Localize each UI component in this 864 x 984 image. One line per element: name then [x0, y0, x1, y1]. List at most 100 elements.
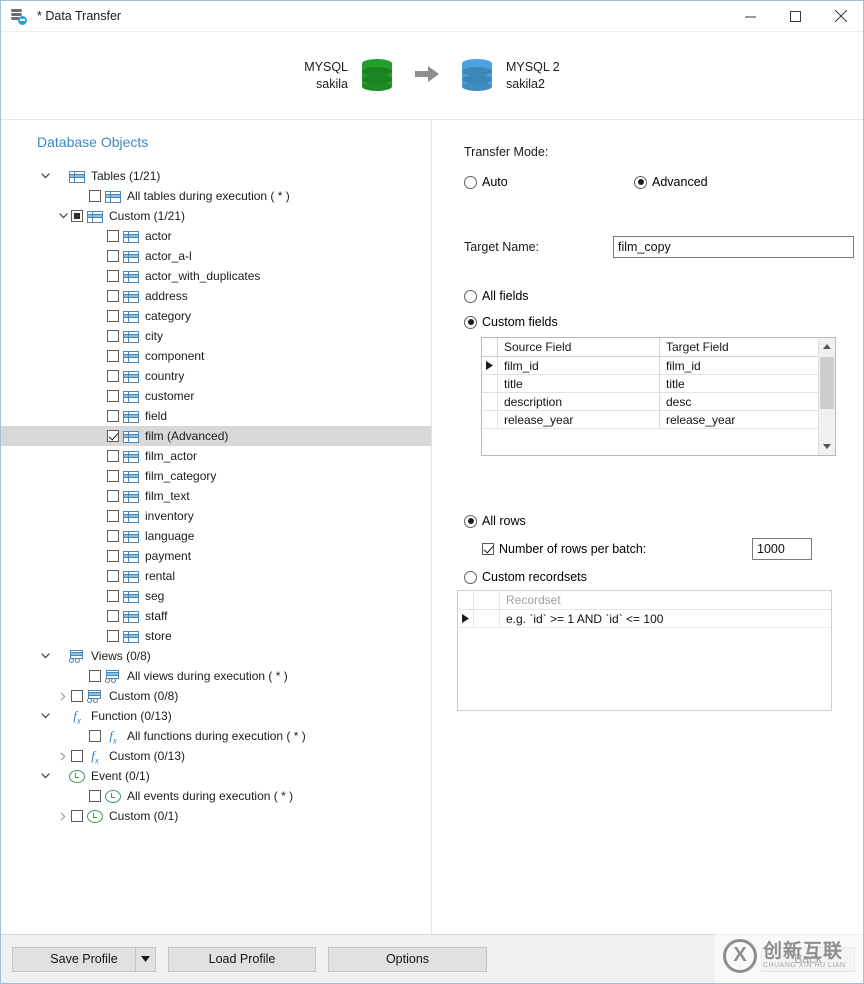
- chevron-down-icon[interactable]: [55, 213, 71, 219]
- batch-size-input[interactable]: 1000: [752, 538, 812, 560]
- tree-item[interactable]: component: [1, 346, 431, 366]
- tree-item[interactable]: category: [1, 306, 431, 326]
- field-grid-row[interactable]: film_id film_id: [482, 357, 835, 375]
- target-name-input[interactable]: film_copy: [613, 236, 854, 258]
- radio-transfer-mode-auto[interactable]: Auto: [464, 175, 634, 189]
- tree-item-checkbox[interactable]: [107, 230, 119, 242]
- tree-item-checkbox[interactable]: [89, 190, 101, 202]
- tree-item[interactable]: fx Custom (0/13): [1, 746, 431, 766]
- tree-item[interactable]: All events during execution ( * ): [1, 786, 431, 806]
- target-field-cell[interactable]: title: [660, 375, 685, 392]
- minimize-button[interactable]: [728, 1, 773, 31]
- target-field-cell[interactable]: desc: [660, 393, 691, 410]
- tree-item-checkbox[interactable]: [107, 350, 119, 362]
- tree-item-checkbox[interactable]: [89, 730, 101, 742]
- tree-item-checkbox[interactable]: [107, 290, 119, 302]
- tree-item[interactable]: city: [1, 326, 431, 346]
- tree-item-checkbox[interactable]: [107, 490, 119, 502]
- tree-item-checkbox[interactable]: [107, 470, 119, 482]
- target-field-cell[interactable]: release_year: [660, 411, 735, 428]
- tree-item[interactable]: film_actor: [1, 446, 431, 466]
- save-profile-button[interactable]: Save Profile: [12, 946, 156, 972]
- tree-item[interactable]: Custom (0/1): [1, 806, 431, 826]
- radio-all-fields[interactable]: All fields: [464, 289, 863, 303]
- source-field-cell[interactable]: release_year: [498, 411, 660, 428]
- tree-item-checkbox[interactable]: [107, 610, 119, 622]
- tree-item-checkbox[interactable]: [107, 510, 119, 522]
- tree-item[interactable]: Custom (0/8): [1, 686, 431, 706]
- tree-item[interactable]: rental: [1, 566, 431, 586]
- target-field-cell[interactable]: film_id: [660, 357, 701, 374]
- tree-item[interactable]: film_text: [1, 486, 431, 506]
- tree-item[interactable]: seg: [1, 586, 431, 606]
- tree-item[interactable]: All views during execution ( * ): [1, 666, 431, 686]
- save-profile-dropdown-arrow-icon[interactable]: [135, 947, 155, 971]
- chevron-right-icon[interactable]: [55, 751, 71, 761]
- tree-item[interactable]: Views (0/8): [1, 646, 431, 666]
- tree-item[interactable]: Event (0/1): [1, 766, 431, 786]
- tree-item-checkbox[interactable]: [107, 550, 119, 562]
- chevron-down-icon[interactable]: [37, 713, 53, 719]
- recordset-grid-row[interactable]: e.g. `id` >= 1 AND `id` <= 100: [458, 610, 831, 628]
- tree-item-checkbox[interactable]: [89, 790, 101, 802]
- radio-all-rows[interactable]: All rows: [464, 514, 863, 528]
- tree-item[interactable]: actor: [1, 226, 431, 246]
- field-grid-row[interactable]: title title: [482, 375, 835, 393]
- field-grid-scrollbar[interactable]: [818, 338, 835, 455]
- target-connection[interactable]: MYSQL 2 sakila2: [462, 58, 560, 93]
- tree-item-checkbox[interactable]: [107, 270, 119, 282]
- batch-rows-checkbox[interactable]: Number of rows per batch:: [482, 542, 752, 556]
- tree-item[interactable]: country: [1, 366, 431, 386]
- tree-item-checkbox[interactable]: [107, 570, 119, 582]
- tree-item-checkbox[interactable]: [107, 310, 119, 322]
- tree-item[interactable]: store: [1, 626, 431, 646]
- tree-item-checkbox[interactable]: [71, 690, 83, 702]
- field-grid-row[interactable]: release_year release_year: [482, 411, 835, 429]
- tree-item-checkbox[interactable]: [107, 630, 119, 642]
- tree-item[interactable]: All tables during execution ( * ): [1, 186, 431, 206]
- tree-item-checkbox[interactable]: [107, 370, 119, 382]
- tree-item-checkbox[interactable]: [107, 390, 119, 402]
- tree-item[interactable]: actor_a-l: [1, 246, 431, 266]
- tree-item[interactable]: actor_with_duplicates: [1, 266, 431, 286]
- object-tree[interactable]: Tables (1/21) All tables during execution…: [1, 166, 431, 826]
- source-field-cell[interactable]: description: [498, 393, 660, 410]
- scroll-up-icon[interactable]: [819, 338, 836, 355]
- tree-item-checkbox[interactable]: [107, 530, 119, 542]
- scroll-down-icon[interactable]: [819, 438, 836, 455]
- tree-item[interactable]: staff: [1, 606, 431, 626]
- recordset-grid[interactable]: Recordset e.g. `id` >= 1 AND `id` <= 100: [457, 590, 832, 711]
- tree-item-checkbox[interactable]: [107, 330, 119, 342]
- options-button[interactable]: Options: [328, 946, 487, 972]
- field-grid-row[interactable]: description desc: [482, 393, 835, 411]
- chevron-down-icon[interactable]: [37, 773, 53, 779]
- tree-item[interactable]: film_category: [1, 466, 431, 486]
- tree-item[interactable]: inventory: [1, 506, 431, 526]
- tree-item-checkbox[interactable]: [71, 750, 83, 762]
- radio-custom-fields[interactable]: Custom fields: [464, 315, 863, 329]
- tree-item[interactable]: field: [1, 406, 431, 426]
- radio-transfer-mode-advanced[interactable]: Advanced: [634, 175, 708, 189]
- close-button[interactable]: [818, 1, 863, 31]
- maximize-button[interactable]: [773, 1, 818, 31]
- tree-item[interactable]: customer: [1, 386, 431, 406]
- tree-item-checkbox[interactable]: [89, 670, 101, 682]
- scrollbar-thumb[interactable]: [819, 357, 834, 409]
- tree-item[interactable]: address: [1, 286, 431, 306]
- tree-item-checkbox[interactable]: [107, 250, 119, 262]
- tree-item[interactable]: language: [1, 526, 431, 546]
- chevron-right-icon[interactable]: [55, 811, 71, 821]
- tree-item-checkbox[interactable]: [107, 590, 119, 602]
- tree-item[interactable]: fx All functions during execution ( * ): [1, 726, 431, 746]
- tree-item-checkbox[interactable]: [107, 430, 119, 442]
- chevron-down-icon[interactable]: [37, 173, 53, 179]
- source-field-cell[interactable]: film_id: [498, 357, 660, 374]
- tree-item-checkbox[interactable]: [71, 810, 83, 822]
- back-button[interactable]: Back: [761, 946, 855, 972]
- tree-item[interactable]: fx Function (0/13): [1, 706, 431, 726]
- source-connection[interactable]: MYSQL sakila: [304, 58, 393, 93]
- tree-item-checkbox[interactable]: [71, 210, 83, 222]
- scrollbar-track[interactable]: [819, 355, 836, 438]
- tree-item[interactable]: payment: [1, 546, 431, 566]
- field-mapping-grid[interactable]: Source Field Target Field film_id film_id…: [481, 337, 836, 456]
